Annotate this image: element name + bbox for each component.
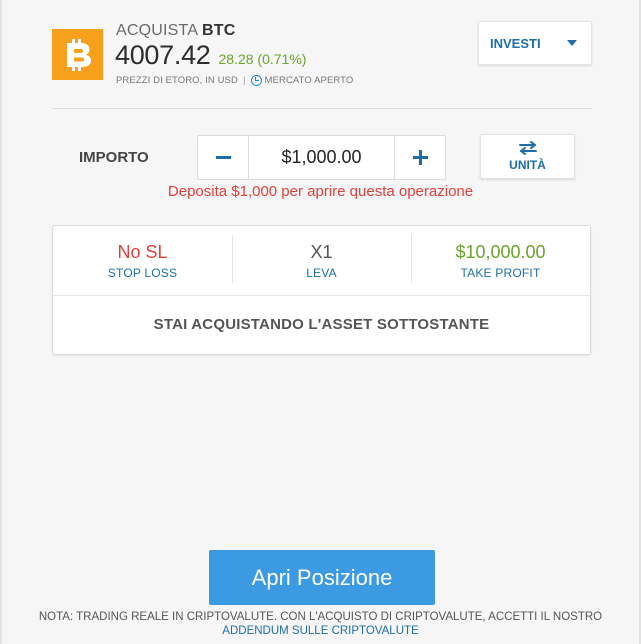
amount-label: IMPORTO <box>79 149 149 166</box>
price-change: 28.28 (0.71%) <box>218 51 307 67</box>
deposit-warning: Deposita $1,000 per aprire questa operaz… <box>167 183 474 200</box>
invest-button-label: INVESTI <box>490 35 541 51</box>
plus-icon <box>412 150 428 165</box>
invest-dropdown-button[interactable]: INVESTI <box>478 21 592 65</box>
units-toggle-button[interactable]: UNITÀ <box>480 134 575 179</box>
take-profit-value: $10,000.00 <box>455 241 546 262</box>
bitcoin-logo-icon <box>52 29 103 80</box>
leverage-label: LEVA <box>306 265 337 280</box>
stop-loss-value: No SL <box>117 241 168 262</box>
leverage-value: X1 <box>310 241 333 262</box>
amount-stepper <box>197 135 446 180</box>
open-position-button[interactable]: Apri Posizione <box>209 550 435 605</box>
crypto-disclaimer: NOTA: TRADING REALE IN CRIPTOVALUTE. CON… <box>0 610 641 638</box>
swap-arrows-icon <box>518 141 538 155</box>
price-source: PREZZI DI ETORO, IN USD <box>116 75 238 86</box>
bitcoin-symbol-icon <box>66 38 91 71</box>
market-status: MERCATO APERTO <box>264 75 354 86</box>
asset-symbol: BTC <box>201 22 236 39</box>
trade-settings-panel: No SL STOP LOSS X1 LEVA $10,000.00 TAKE … <box>52 225 591 355</box>
underlying-asset-text: STAI ACQUISTANDO L'ASSET SOTTOSTANTE <box>153 316 490 333</box>
underlying-asset-info: STAI ACQUISTANDO L'ASSET SOTTOSTANTE <box>53 295 590 354</box>
amount-input[interactable] <box>249 136 394 179</box>
meta-separator: | <box>242 75 246 86</box>
header-divider <box>52 108 592 109</box>
chevron-down-icon <box>567 40 577 46</box>
take-profit-setting[interactable]: $10,000.00 TAKE PROFIT <box>411 226 590 295</box>
disclaimer-text: NOTA: TRADING REALE IN CRIPTOVALUTE. CON… <box>38 611 603 623</box>
clock-icon <box>250 75 262 86</box>
decrease-amount-button[interactable] <box>198 136 249 179</box>
take-profit-label: TAKE PROFIT <box>460 265 541 280</box>
units-button-label: UNITÀ <box>509 158 546 172</box>
trade-settings-row: No SL STOP LOSS X1 LEVA $10,000.00 TAKE … <box>53 226 590 296</box>
increase-amount-button[interactable] <box>394 136 445 179</box>
stop-loss-setting[interactable]: No SL STOP LOSS <box>53 226 232 295</box>
crypto-addendum-link[interactable]: ADDENDUM SULLE CRIPTOVALUTE <box>0 624 641 638</box>
leverage-setting[interactable]: X1 LEVA <box>232 226 411 295</box>
stop-loss-label: STOP LOSS <box>107 265 178 280</box>
asset-title: ACQUISTA BTC <box>116 22 235 40</box>
open-position-label: Apri Posizione <box>251 564 393 590</box>
trade-action: ACQUISTA <box>116 22 198 39</box>
asset-price: 4007.42 <box>115 40 211 70</box>
left-edge-divider <box>0 0 2 644</box>
price-line: 4007.42 28.28 (0.71%) <box>115 40 306 71</box>
price-meta: PREZZI DI ETORO, IN USD | MERCATO APERTO <box>116 75 353 86</box>
minus-icon <box>215 156 231 159</box>
